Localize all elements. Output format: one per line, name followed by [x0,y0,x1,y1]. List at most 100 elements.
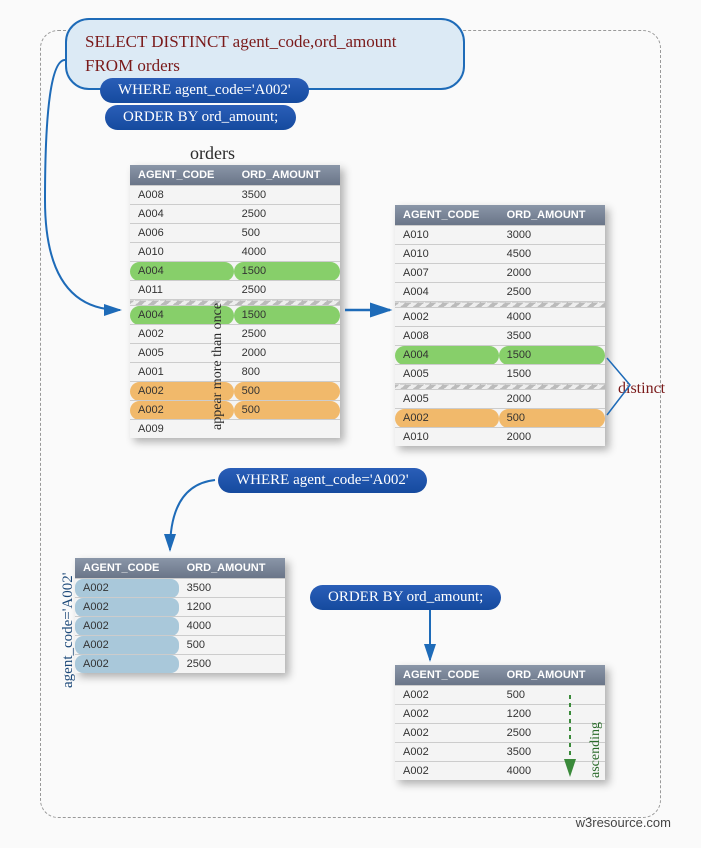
cell-agent: A010 [395,226,499,245]
table-row: A0022500 [130,325,340,344]
table-row: A0023500 [395,743,605,762]
cell-amount: 2000 [499,264,605,283]
cell-amount: 2500 [234,325,340,344]
sorted-table: AGENT_CODEORD_AMOUNT A002500A0021200A002… [395,665,605,780]
table-row: A0104500 [395,245,605,264]
cell-amount: 500 [234,224,340,243]
col-header-amount: ORD_AMOUNT [499,205,605,226]
table-row: A0083500 [395,327,605,346]
orders-table-2: AGENT_CODEORD_AMOUNT A0103000A0104500A00… [395,205,605,446]
cell-amount: 2500 [179,655,285,674]
table-row: A0041500 [130,262,340,281]
table-row: A0024000 [395,762,605,781]
cell-amount: 3500 [179,579,285,598]
table-row: A0102000 [395,428,605,447]
where-pill-2: WHERE agent_code='A002' [218,468,427,493]
cell-agent: A002 [75,598,179,617]
cell-agent: A004 [130,262,234,281]
cell-agent: A002 [75,655,179,674]
table-row: A0052000 [130,344,340,363]
cell-amount: 4000 [234,243,340,262]
table-row: A006500 [130,224,340,243]
cell-agent: A002 [395,705,499,724]
cell-agent: A002 [395,762,499,781]
cell-amount: 2500 [234,281,340,300]
table-row: A002500 [130,382,340,401]
cell-agent: A002 [75,636,179,655]
cell-agent: A005 [395,390,499,409]
table-row: A0024000 [75,617,285,636]
cell-amount: 2500 [499,283,605,302]
col-header-amount: ORD_AMOUNT [179,558,285,579]
cell-amount: 1200 [179,598,285,617]
cell-agent: A006 [130,224,234,243]
table-row: A0022500 [395,724,605,743]
cell-amount: 1200 [499,705,605,724]
table-row: A0052000 [395,390,605,409]
orderby-pill-2: ORDER BY ord_amount; [310,585,501,610]
cell-amount: 500 [234,401,340,420]
distinct-label: distinct [618,380,665,398]
table-row: A0041500 [130,306,340,325]
cell-amount: 1500 [234,306,340,325]
cell-amount: 1500 [499,365,605,384]
cell-amount: 800 [234,363,340,382]
sql-where-pill: WHERE agent_code='A002' [100,78,309,103]
cell-amount: 3000 [499,226,605,245]
agentcode-label: agent_code='A002' [60,573,77,689]
cell-agent: A004 [395,346,499,365]
ascending-label: ascending [588,722,604,778]
table-row: A0072000 [395,264,605,283]
cell-agent: A004 [395,283,499,302]
col-header-amount: ORD_AMOUNT [234,165,340,186]
orders-label: orders [190,143,235,164]
cell-agent: A010 [395,428,499,447]
table-row: A009 [130,420,340,439]
cell-amount: 500 [499,686,605,705]
orders-table-1: AGENT_CODEORD_AMOUNT A0083500A0042500A00… [130,165,340,438]
cell-amount: 1500 [499,346,605,365]
table-row: A0041500 [395,346,605,365]
cell-amount: 500 [234,382,340,401]
cell-agent: A002 [395,686,499,705]
appear-label: appear more than once [210,303,226,430]
cell-agent: A008 [395,327,499,346]
filtered-table: AGENT_CODEORD_AMOUNT A0023500A0021200A00… [75,558,285,673]
cell-amount [234,420,340,439]
col-header-agent: AGENT_CODE [395,665,499,686]
table-row: A002500 [75,636,285,655]
cell-agent: A002 [75,579,179,598]
cell-agent: A011 [130,281,234,300]
cell-agent: A002 [395,743,499,762]
cell-amount: 1500 [234,262,340,281]
cell-amount: 4000 [179,617,285,636]
table-row: A0051500 [395,365,605,384]
cell-amount: 2000 [499,428,605,447]
table-row: A0042500 [395,283,605,302]
cell-agent: A002 [395,308,499,327]
cell-agent: A002 [395,724,499,743]
cell-amount: 3500 [234,186,340,205]
table-row: A0042500 [130,205,340,224]
cell-amount: 500 [179,636,285,655]
cell-agent: A002 [75,617,179,636]
cell-amount: 4000 [499,308,605,327]
table-row: A0023500 [75,579,285,598]
sql-line-1: SELECT DISTINCT agent_code,ord_amount [85,30,445,54]
col-header-agent: AGENT_CODE [75,558,179,579]
cell-amount: 2000 [499,390,605,409]
col-header-amount: ORD_AMOUNT [499,665,605,686]
cell-agent: A005 [395,365,499,384]
cell-agent: A002 [395,409,499,428]
cell-agent: A008 [130,186,234,205]
table-row: A0104000 [130,243,340,262]
table-row: A0103000 [395,226,605,245]
table-row: A001800 [130,363,340,382]
table-row: A0021200 [395,705,605,724]
footer-credit: w3resource.com [576,815,671,830]
table-row: A0021200 [75,598,285,617]
sql-line-2: FROM orders [85,54,445,78]
cell-amount: 3500 [499,327,605,346]
cell-amount: 2500 [234,205,340,224]
table-row: A0022500 [75,655,285,674]
